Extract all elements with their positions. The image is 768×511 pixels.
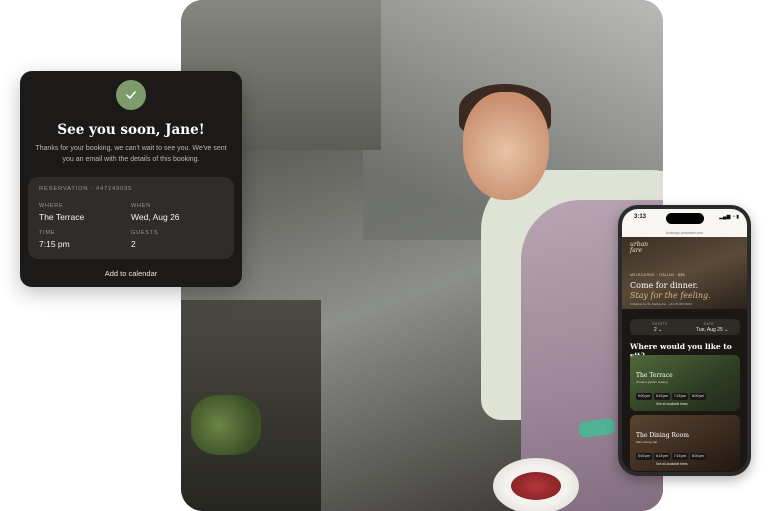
confirmation-title: See you soon, Jane! [57, 122, 205, 138]
phone-screen: 3:13 ▂▄▆ ◔ ▮ bookings.urbanfare.com urba… [622, 209, 747, 472]
room-card-dining-room[interactable]: The Dining Room Main dining hall 5:00 pm… [630, 415, 740, 471]
venue-meta: MELBOURNE · ITALIAN · $$$ [630, 273, 685, 277]
room-card-terrace[interactable]: The Terrace Outdoor garden seating 5:00 … [630, 355, 740, 411]
logo-line-2: fare [630, 247, 643, 254]
status-time: 3:13 [634, 214, 647, 220]
add-to-calendar-link[interactable]: Add to calendar [20, 269, 242, 278]
guests-value: 2 [131, 239, 136, 249]
time-slot[interactable]: 5:00 pm [636, 393, 652, 400]
see-all-times-link[interactable]: See all available times [656, 402, 688, 406]
time-slot[interactable]: 8:00 pm [690, 453, 706, 460]
guests-label: GUESTS [131, 230, 159, 236]
confirmation-message: Thanks for your booking, we can't wait t… [35, 145, 227, 163]
restaurant-logo: urban fare [630, 242, 648, 254]
where-value: The Terrace [39, 212, 85, 222]
where-label: WHERE [39, 203, 64, 209]
room-name: The Terrace [636, 372, 673, 379]
herb-plants [191, 395, 261, 455]
status-bar: 3:13 ▂▄▆ ◔ ▮ [622, 209, 747, 229]
time-label: TIME [39, 230, 56, 236]
room-subtitle: Main dining hall [636, 440, 657, 444]
room-subtitle: Outdoor garden seating [636, 380, 668, 384]
signal-battery-icon: ▂▄▆ ◔ ▮ [719, 214, 739, 220]
time-slot[interactable]: 8:00 pm [690, 393, 706, 400]
time-slot[interactable]: 6:15 pm [654, 393, 670, 400]
time-value: 7:15 pm [39, 239, 70, 249]
success-check-icon [116, 80, 146, 110]
when-label: WHEN [131, 203, 152, 209]
plated-food [511, 472, 561, 500]
guests-picker-value[interactable]: 2 ⌄ [654, 327, 662, 333]
hero-photo [181, 0, 663, 511]
see-all-times-link[interactable]: See all available times [656, 462, 688, 466]
reservation-details: RESERVATION · #47249035 WHERE The Terrac… [28, 177, 234, 259]
date-picker-value[interactable]: Tue, Aug 25 ⌄ [696, 327, 728, 333]
date-picker-label: DATE [704, 322, 714, 326]
phone-mockup: 3:13 ▂▄▆ ◔ ▮ bookings.urbanfare.com urba… [618, 205, 751, 476]
time-slot[interactable]: 6:15 pm [654, 453, 670, 460]
dynamic-island [666, 213, 704, 224]
reservation-number: RESERVATION · #47249035 [39, 186, 133, 192]
time-slot[interactable]: 5:00 pm [636, 453, 652, 460]
chef-face [463, 92, 549, 200]
time-slot[interactable]: 7:15 pm [672, 453, 688, 460]
booking-confirmation-card: See you soon, Jane! Thanks for your book… [20, 71, 242, 287]
headline: Come for dinner. [630, 281, 699, 290]
booking-picker[interactable]: GUESTS 2 ⌄ DATE Tue, Aug 25 ⌄ [630, 319, 740, 335]
venue-address: 6 Melbourne St, Melbourne · +61 03 000 0… [630, 302, 692, 306]
browser-url[interactable]: bookings.urbanfare.com [622, 229, 747, 237]
when-value: Wed, Aug 26 [131, 212, 180, 222]
room-name: The Dining Room [636, 432, 689, 439]
headline-italic: Stay for the feeling. [630, 291, 711, 300]
time-slot[interactable]: 7:15 pm [672, 393, 688, 400]
guests-picker-label: GUESTS [652, 322, 668, 326]
